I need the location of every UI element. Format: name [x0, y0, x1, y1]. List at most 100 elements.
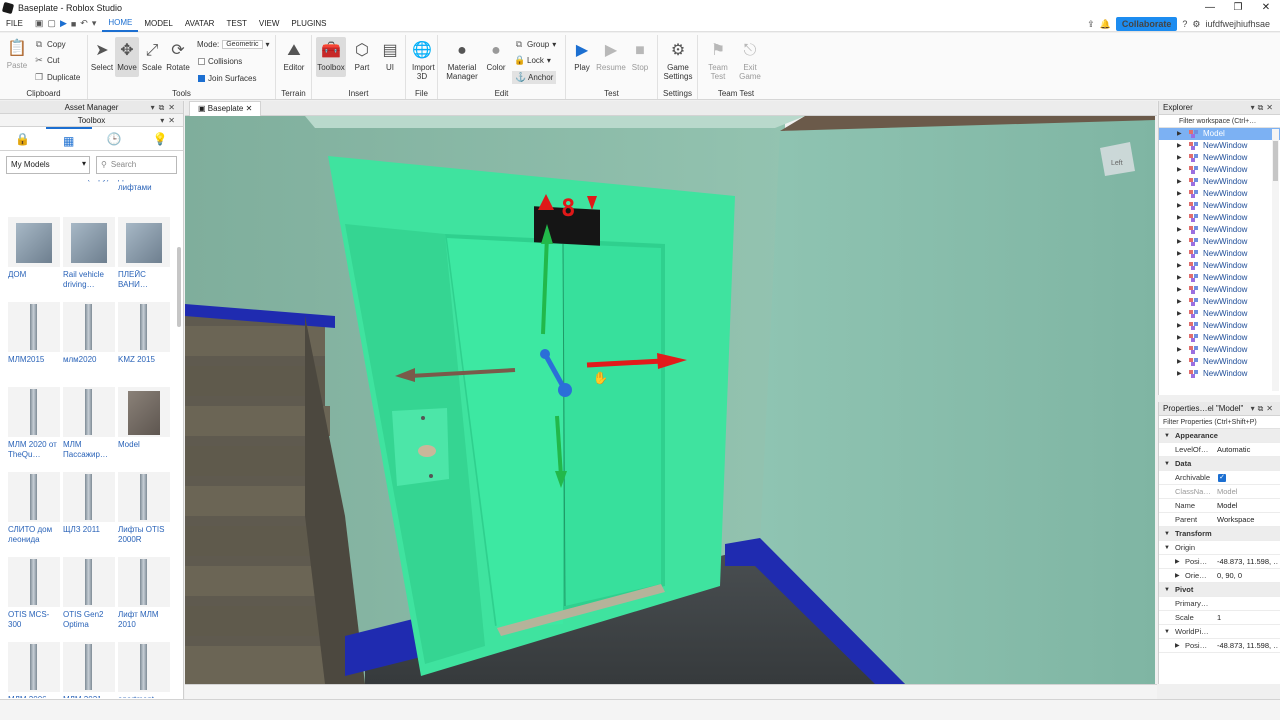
explorer-item-newwindow[interactable]: ▶ NewWindow: [1159, 152, 1280, 164]
asset-item[interactable]: Model: [118, 387, 172, 462]
paste-button[interactable]: 📋 Paste: [4, 39, 30, 70]
expand-arrow-icon[interactable]: ▶: [1177, 332, 1182, 344]
explorer-item-newwindow[interactable]: ▶ NewWindow: [1159, 224, 1280, 236]
duplicate-button[interactable]: ❐ Duplicate: [34, 72, 80, 83]
asset-item[interactable]: apartment: [118, 642, 172, 698]
view-cube[interactable]: Left: [1100, 142, 1135, 176]
resume-button[interactable]: ▶ Resume: [596, 41, 626, 72]
category-dropdown[interactable]: My Models: [6, 156, 90, 174]
search-input[interactable]: ⚲ Search: [96, 156, 177, 174]
explorer-item-newwindow[interactable]: ▶ NewWindow: [1159, 248, 1280, 260]
explorer-item-newwindow[interactable]: ▶ NewWindow: [1159, 212, 1280, 224]
terrain-editor-button[interactable]: ⛰ Editor: [280, 41, 308, 72]
stop-button[interactable]: ■ Stop: [628, 41, 652, 72]
color-button[interactable]: ● Color: [484, 41, 508, 72]
prop-primary-part[interactable]: Primary…: [1159, 597, 1280, 611]
join-surfaces-checkbox[interactable]: [198, 75, 205, 82]
explorer-item-newwindow[interactable]: ▶ NewWindow: [1159, 236, 1280, 248]
close-tab-icon[interactable]: ✕: [246, 104, 253, 113]
explorer-item-newwindow[interactable]: ▶ NewWindow: [1159, 296, 1280, 308]
prop-level-of-detail[interactable]: LevelOf… Automatic: [1159, 443, 1280, 457]
tab-creations[interactable]: 💡: [137, 127, 183, 150]
maximize-button[interactable]: ❐: [1224, 0, 1252, 16]
section-pivot[interactable]: ▼ Pivot: [1159, 583, 1280, 597]
explorer-item-newwindow[interactable]: ▶ NewWindow: [1159, 284, 1280, 296]
asset-item[interactable]: ПЛЕЙС ВАНИ…: [118, 217, 172, 292]
properties-filter-input[interactable]: Filter Properties (Ctrl+Shift+P): [1159, 416, 1280, 429]
asset-item[interactable]: МЛМ 2020 от TheQu…: [8, 387, 62, 462]
expand-arrow-icon[interactable]: ▶: [1177, 308, 1182, 320]
menu-home[interactable]: HOME: [102, 16, 139, 32]
part-button[interactable]: ⬡ Part: [350, 41, 374, 72]
explorer-controls[interactable]: ▾⧉✕: [1251, 101, 1276, 115]
prop-origin-position[interactable]: ▶ Posi… -48.873, 11.598, …: [1159, 555, 1280, 569]
expand-arrow-icon[interactable]: ▶: [1177, 236, 1182, 248]
asset-item[interactable]: Model (copy): [63, 180, 117, 195]
asset-item[interactable]: OTIS Gen2 Optima: [63, 557, 117, 632]
select-button[interactable]: ➤ Select: [90, 41, 114, 72]
scale-button[interactable]: ⤢ Scale: [140, 41, 164, 72]
ui-button[interactable]: ▤ UI: [378, 41, 402, 72]
share-icon[interactable]: ⇪: [1087, 19, 1095, 30]
explorer-item-newwindow[interactable]: ▶ NewWindow: [1159, 260, 1280, 272]
tab-recent[interactable]: 🕒: [92, 127, 138, 150]
expand-arrow-icon[interactable]: ▶: [1177, 356, 1182, 368]
close-button[interactable]: ✕: [1252, 0, 1280, 16]
expand-arrow-icon[interactable]: ▶: [1177, 260, 1182, 272]
asset-item[interactable]: Rail vehicle driving…: [63, 217, 117, 292]
quick-stop-icon[interactable]: ■: [71, 19, 76, 29]
team-test-button[interactable]: ⚑ Team Test: [704, 41, 732, 81]
explorer-item-newwindow[interactable]: ▶ NewWindow: [1159, 200, 1280, 212]
expand-arrow-icon[interactable]: ▶: [1177, 152, 1182, 164]
expand-arrow-icon[interactable]: ▶: [1177, 200, 1182, 212]
help-icon[interactable]: ?: [1182, 19, 1187, 29]
minimize-button[interactable]: —: [1196, 0, 1224, 16]
asset-item[interactable]: OTIS MCS-300: [8, 557, 62, 632]
asset-item[interactable]: Лифты OTIS 2000R: [118, 472, 172, 547]
expand-arrow-icon[interactable]: ▶: [1177, 176, 1182, 188]
collisions-checkbox[interactable]: [198, 58, 205, 65]
game-settings-button[interactable]: ⚙ Game Settings: [662, 41, 694, 81]
explorer-item-newwindow[interactable]: ▶ NewWindow: [1159, 308, 1280, 320]
explorer-item-model[interactable]: ▶ Model: [1159, 128, 1280, 140]
quick-play-icon[interactable]: ▶: [60, 18, 67, 29]
asset-item[interactable]: Лифт МЛМ 2010: [118, 557, 172, 632]
expand-arrow-icon[interactable]: ▶: [1177, 320, 1182, 332]
username[interactable]: iufdfwejhiufhsae: [1205, 19, 1270, 29]
explorer-item-newwindow[interactable]: ▶ NewWindow: [1159, 356, 1280, 368]
explorer-item-newwindow[interactable]: ▶ NewWindow: [1159, 188, 1280, 200]
collisions-toggle[interactable]: Collisions: [198, 57, 242, 66]
expand-arrow-icon[interactable]: ▶: [1177, 344, 1182, 356]
section-transform[interactable]: ▼ Transform: [1159, 527, 1280, 541]
section-data[interactable]: ▼ Data: [1159, 457, 1280, 471]
expand-arrow-icon[interactable]: ▶: [1177, 284, 1182, 296]
move-button[interactable]: ✥ Move: [115, 37, 139, 77]
3d-viewport[interactable]: 8 ✋ Left: [185, 116, 1155, 684]
toolbox-button[interactable]: 🧰 Toolbox: [316, 37, 346, 77]
explorer-item-newwindow[interactable]: ▶ NewWindow: [1159, 272, 1280, 284]
asset-item[interactable]: МЛМ Пассажир…: [63, 387, 117, 462]
menu-model[interactable]: MODEL: [138, 16, 178, 32]
prop-scale[interactable]: Scale 1: [1159, 611, 1280, 625]
mode-selector[interactable]: Mode: Geometric ▾: [197, 40, 270, 49]
prop-origin-orientation[interactable]: ▶ Orie… 0, 90, 0: [1159, 569, 1280, 583]
save-icon[interactable]: ▣: [35, 18, 44, 29]
expand-arrow-icon[interactable]: ▶: [1177, 164, 1182, 176]
asset-item[interactable]: МЛМ2015: [8, 302, 62, 377]
explorer-item-newwindow[interactable]: ▶ NewWindow: [1159, 332, 1280, 344]
asset-item[interactable]: МЛМ 2006: [8, 642, 62, 698]
panel-controls[interactable]: ▾⧉✕: [151, 101, 179, 114]
rotate-button[interactable]: ⟳ Rotate: [165, 41, 191, 72]
asset-item[interactable]: ДОМ: [8, 217, 62, 292]
cut-button[interactable]: ✂ Cut: [34, 55, 59, 66]
exit-game-button[interactable]: ⎋ Exit Game: [736, 41, 764, 81]
prop-name[interactable]: Name Model: [1159, 499, 1280, 513]
expand-arrow-icon[interactable]: ▶: [1177, 368, 1182, 380]
asset-item[interactable]: ЩЛЗ 2011: [63, 472, 117, 547]
notification-icon[interactable]: 🔔: [1100, 19, 1111, 30]
expand-arrow-icon[interactable]: ▶: [1177, 128, 1182, 140]
prop-origin[interactable]: ▼ Origin: [1159, 541, 1280, 555]
copy-button[interactable]: ⧉ Copy: [34, 39, 66, 50]
menu-view[interactable]: VIEW: [253, 16, 285, 32]
expand-arrow-icon[interactable]: ▶: [1177, 272, 1182, 284]
